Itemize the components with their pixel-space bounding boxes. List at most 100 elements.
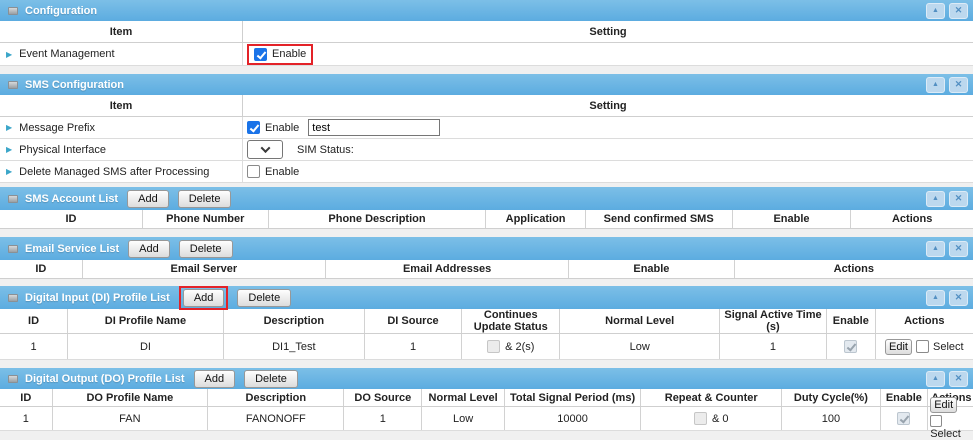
column-header: Email Server: [83, 260, 326, 278]
enable-checkbox: [844, 340, 857, 353]
highlight-box: Add: [179, 286, 229, 310]
sim-status-label: SIM Status:: [297, 144, 354, 156]
collapse-button[interactable]: ▲: [926, 371, 945, 387]
close-button[interactable]: ✕: [949, 191, 968, 207]
column-header: Normal Level: [422, 389, 505, 406]
add-button[interactable]: Add: [194, 370, 236, 388]
section-icon: [8, 294, 18, 302]
message-prefix-input[interactable]: [308, 119, 440, 136]
select-checkbox[interactable]: [930, 415, 942, 427]
cell-id: 1: [0, 334, 68, 359]
add-button[interactable]: Add: [183, 289, 225, 307]
item-header: Item: [0, 21, 243, 42]
close-button[interactable]: ✕: [949, 77, 968, 93]
column-header: Enable: [827, 309, 876, 333]
cell-description: FANONOFF: [208, 407, 344, 430]
column-header: ID: [0, 309, 68, 333]
column-header: Repeat & Counter: [641, 389, 782, 406]
row-event-management: ▶ Event Management Enable: [0, 43, 973, 66]
cell-di-source: 1: [365, 334, 462, 359]
section-icon: [8, 375, 18, 383]
row-label: Message Prefix: [19, 122, 95, 134]
event-management-enable-checkbox[interactable]: [254, 48, 267, 61]
close-button[interactable]: ✕: [949, 3, 968, 19]
close-icon: ✕: [955, 293, 963, 302]
close-icon: ✕: [955, 6, 963, 15]
edit-button[interactable]: Edit: [930, 397, 957, 413]
cell-actions: Edit Select: [876, 334, 973, 359]
cell-enable: [827, 334, 876, 359]
message-prefix-enable-checkbox[interactable]: [247, 121, 260, 134]
repeat-counter-checkbox: [694, 412, 707, 425]
collapse-icon: ▲: [932, 7, 939, 14]
column-header: Total Signal Period (ms): [505, 389, 641, 406]
section-title: Digital Output (DO) Profile List: [25, 373, 185, 385]
edit-button[interactable]: Edit: [885, 339, 912, 355]
collapse-button[interactable]: ▲: [926, 191, 945, 207]
cell-description: DI1_Test: [224, 334, 365, 359]
cell-continues-update: & 2(s): [462, 334, 560, 359]
close-button[interactable]: ✕: [949, 241, 968, 257]
column-header: ID: [0, 210, 143, 228]
collapse-icon: ▲: [932, 245, 939, 252]
column-header: Enable: [733, 210, 852, 228]
collapse-button[interactable]: ▲: [926, 3, 945, 19]
column-header: Description: [224, 309, 365, 333]
column-header: DI Source: [365, 309, 462, 333]
close-button[interactable]: ✕: [949, 290, 968, 306]
enable-label: Enable: [272, 48, 306, 60]
delete-button[interactable]: Delete: [178, 190, 232, 208]
section-icon: [8, 81, 18, 89]
select-label: Select: [930, 429, 961, 440]
collapse-button[interactable]: ▲: [926, 241, 945, 257]
row-message-prefix: ▶ Message Prefix Enable: [0, 117, 973, 139]
section-bar: SMS Account List Add Delete ▲ ✕: [0, 187, 973, 210]
collapse-button[interactable]: ▲: [926, 77, 945, 93]
column-header: DI Profile Name: [68, 309, 224, 333]
column-header: Email Addresses: [326, 260, 569, 278]
collapse-icon: ▲: [932, 294, 939, 301]
column-header: Actions: [851, 210, 973, 228]
cell-id: 1: [0, 407, 53, 430]
section-icon: [8, 245, 18, 253]
close-icon: ✕: [955, 80, 963, 89]
add-button[interactable]: Add: [128, 240, 170, 258]
section-bar: Digital Output (DO) Profile List Add Del…: [0, 368, 973, 389]
cell-do-source: 1: [344, 407, 422, 430]
enable-checkbox: [897, 412, 910, 425]
physical-interface-select[interactable]: [247, 140, 283, 159]
select-checkbox[interactable]: [916, 340, 929, 353]
column-header: Phone Description: [269, 210, 487, 228]
section-title: SMS Configuration: [25, 79, 124, 91]
column-header: Application: [486, 210, 585, 228]
collapse-button[interactable]: ▲: [926, 290, 945, 306]
column-header: Signal Active Time (s): [720, 309, 827, 333]
setting-header: Setting: [243, 21, 973, 42]
setting-header: Setting: [243, 95, 973, 116]
add-button[interactable]: Add: [127, 190, 169, 208]
table-row: 1 FAN FANONOFF 1 Low 10000 & 0 100 Edit …: [0, 407, 973, 431]
continues-update-checkbox: [487, 340, 500, 353]
collapse-icon: ▲: [932, 375, 939, 382]
section-icon: [8, 195, 18, 203]
row-label: Event Management: [19, 48, 114, 60]
cell-normal-level: Low: [560, 334, 720, 359]
section-bar: Configuration ▲ ✕: [0, 0, 973, 21]
column-header: Send confirmed SMS: [586, 210, 733, 228]
column-header: ID: [0, 389, 53, 406]
delete-button[interactable]: Delete: [237, 289, 291, 307]
close-button[interactable]: ✕: [949, 371, 968, 387]
cell-duty-cycle: 100: [782, 407, 880, 430]
section-bar: Email Service List Add Delete ▲ ✕: [0, 237, 973, 260]
section-sms-configuration: SMS Configuration ▲ ✕ Item Setting ▶ Mes…: [0, 74, 973, 183]
row-arrow-icon: ▶: [6, 123, 12, 132]
column-header: Enable: [569, 260, 734, 278]
row-label: Delete Managed SMS after Processing: [19, 166, 209, 178]
column-header: Duty Cycle(%): [782, 389, 880, 406]
delete-button[interactable]: Delete: [179, 240, 233, 258]
delete-button[interactable]: Delete: [244, 370, 298, 388]
column-header: ID: [0, 260, 83, 278]
delete-managed-sms-enable-checkbox[interactable]: [247, 165, 260, 178]
section-configuration: Configuration ▲ ✕ Item Setting ▶ Event M…: [0, 0, 973, 66]
cell-repeat-counter: & 0: [641, 407, 782, 430]
